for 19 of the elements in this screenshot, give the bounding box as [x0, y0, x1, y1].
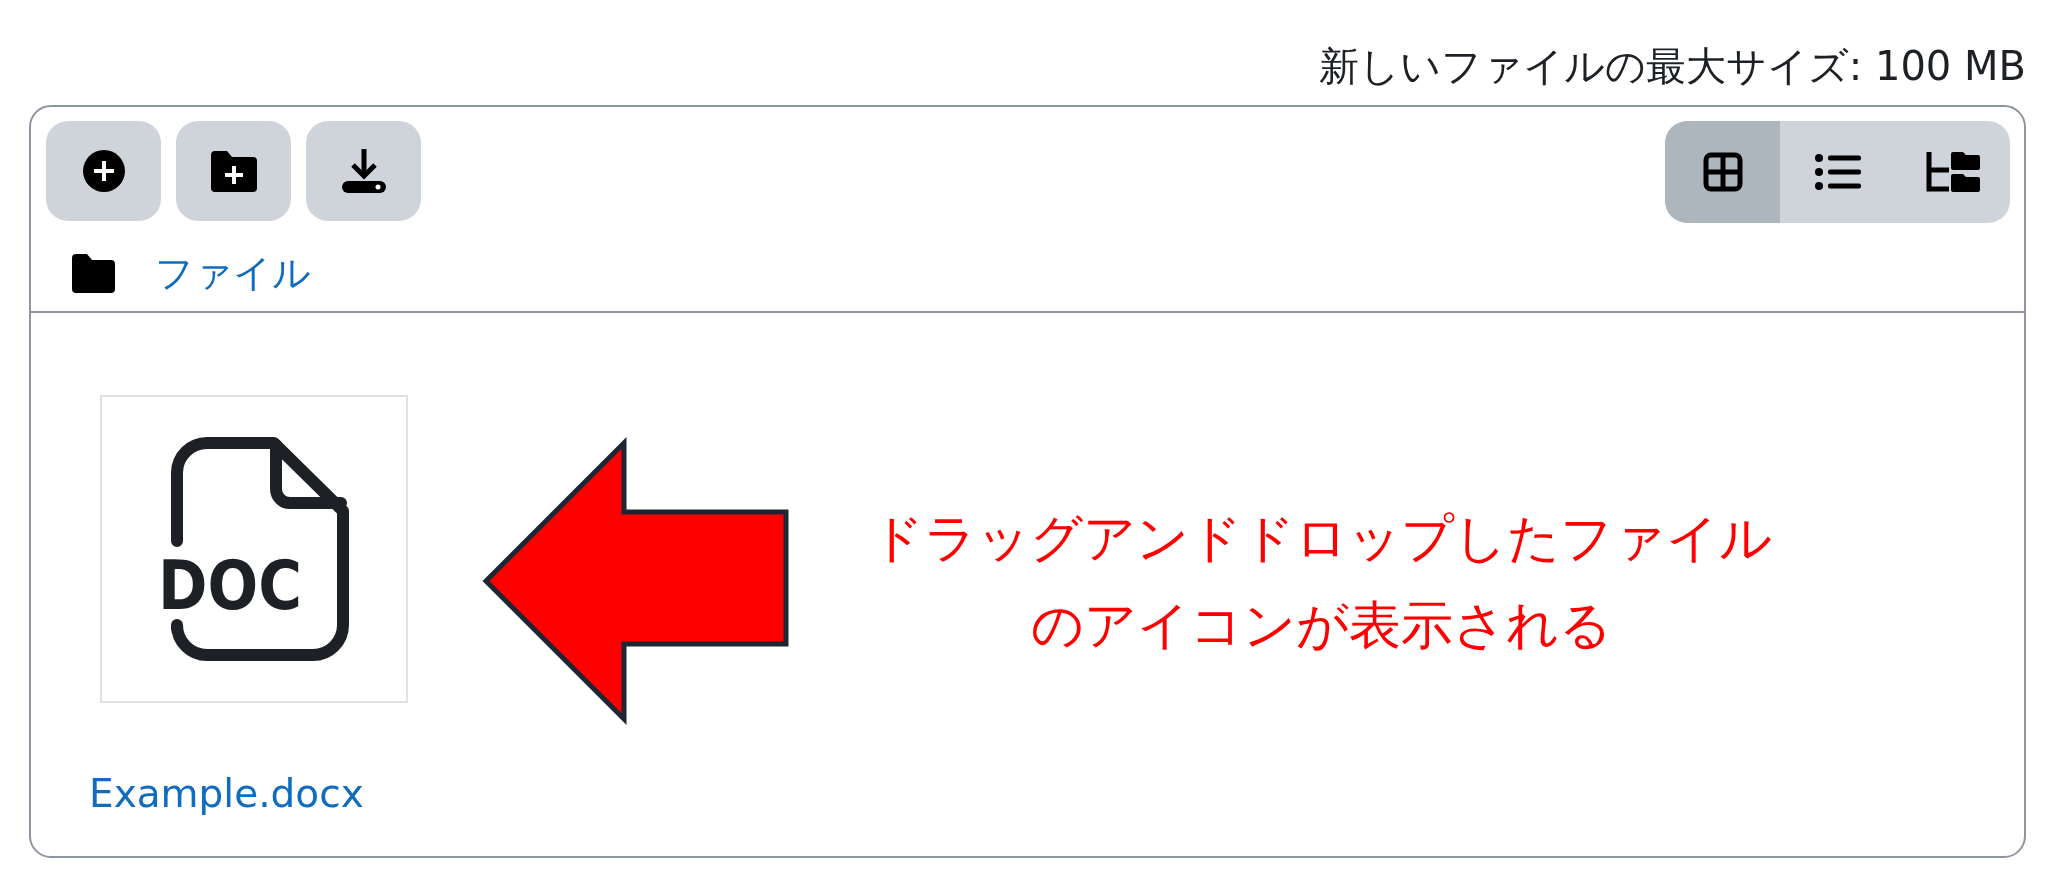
tree-view-button[interactable] [1895, 121, 2010, 223]
download-button[interactable] [306, 121, 421, 221]
breadcrumb-link[interactable]: ファイル [155, 249, 311, 297]
list-icon [1814, 154, 1861, 190]
folder-tree-icon [1925, 150, 1980, 194]
grid-icon [1702, 152, 1743, 192]
create-folder-button[interactable] [176, 121, 291, 221]
file-thumbnail[interactable]: DOC [100, 395, 408, 703]
grid-view-button[interactable] [1665, 121, 1780, 223]
add-file-button[interactable] [46, 121, 161, 221]
file-type-label: DOC [158, 546, 323, 625]
plus-circle-icon [81, 149, 126, 193]
annotation-text: ドラッグアンドドロップしたファイル のアイコンが表示される [869, 507, 1773, 657]
folder-icon [72, 253, 115, 293]
file-name-link[interactable]: Example.docx [89, 769, 364, 819]
max-file-size-label: 新しいファイルの最大サイズ: 100 MB [1318, 42, 2026, 91]
folder-plus-icon [210, 150, 257, 192]
download-icon [339, 148, 388, 194]
list-view-button[interactable] [1780, 121, 1895, 223]
